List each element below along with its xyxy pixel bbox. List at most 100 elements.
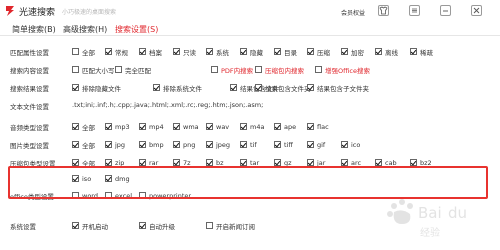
option--checkbox[interactable]: 结果包含文件夹 — [255, 83, 311, 93]
checkbox-icon[interactable] — [410, 159, 417, 166]
option-bmp-checkbox[interactable]: bmp — [139, 140, 164, 149]
option-jpg-checkbox[interactable]: jpg — [105, 140, 125, 149]
checkbox-icon[interactable] — [240, 159, 247, 166]
option--checkbox[interactable]: 全部 — [72, 140, 95, 150]
checkbox-icon[interactable] — [341, 48, 348, 55]
extension-list-text[interactable]: .txt;ini;.inf;.h;.cpp;.java;.html;.xml;.… — [72, 101, 263, 109]
option--checkbox[interactable]: 自动升级 — [139, 221, 175, 231]
checkbox-icon[interactable] — [255, 84, 262, 91]
checkbox-icon[interactable] — [240, 141, 247, 148]
menu-search-settings[interactable]: 搜索设置(S) — [115, 24, 158, 35]
option-mp4-checkbox[interactable]: mp4 — [139, 122, 164, 131]
checkbox-icon[interactable] — [115, 66, 122, 73]
checkbox-icon[interactable] — [139, 159, 146, 166]
checkbox-icon[interactable] — [307, 48, 314, 55]
option-ico-checkbox[interactable]: ico — [341, 140, 360, 149]
checkbox-icon[interactable] — [206, 222, 213, 229]
checkbox-icon[interactable] — [105, 48, 112, 55]
checkbox-icon[interactable] — [410, 48, 417, 55]
option--checkbox[interactable]: 全部 — [72, 122, 95, 132]
option-office-checkbox[interactable]: 增强Office搜索 — [315, 65, 370, 75]
option-png-checkbox[interactable]: png — [173, 140, 195, 149]
checkbox-icon[interactable] — [255, 66, 262, 73]
checkbox-icon[interactable] — [211, 66, 218, 73]
member-benefits-link[interactable]: 会员权益 — [341, 8, 365, 17]
option--checkbox[interactable]: 全部 — [72, 47, 95, 57]
option--checkbox[interactable]: 匹配大小写 — [72, 65, 115, 75]
option--checkbox[interactable]: 结果包含子文件夹 — [307, 83, 369, 93]
checkbox-icon[interactable] — [240, 48, 247, 55]
checkbox-icon[interactable] — [173, 141, 180, 148]
checkbox-icon[interactable] — [274, 159, 281, 166]
option--checkbox[interactable]: 隐藏 — [240, 47, 263, 57]
checkbox-icon[interactable] — [307, 84, 314, 91]
checkbox-icon[interactable] — [206, 123, 213, 130]
checkbox-icon[interactable] — [341, 159, 348, 166]
checkbox-icon[interactable] — [72, 222, 79, 229]
option--checkbox[interactable]: 只读 — [173, 47, 196, 57]
option--checkbox[interactable]: 档案 — [139, 47, 162, 57]
checkbox-icon[interactable] — [139, 222, 146, 229]
option-tif-checkbox[interactable]: tif — [240, 140, 257, 149]
checkbox-icon[interactable] — [206, 48, 213, 55]
menu-button[interactable] — [409, 5, 420, 16]
checkbox-icon[interactable] — [72, 123, 79, 130]
menu-simple-search[interactable]: 简单搜索(B) — [12, 24, 56, 35]
checkbox-icon[interactable] — [72, 48, 79, 55]
checkbox-icon[interactable] — [139, 48, 146, 55]
checkbox-icon[interactable] — [173, 123, 180, 130]
skin-button[interactable] — [378, 5, 389, 16]
checkbox-icon[interactable] — [105, 159, 112, 166]
option--checkbox[interactable]: 压缩 — [307, 47, 330, 57]
checkbox-icon[interactable] — [72, 159, 79, 166]
checkbox-icon[interactable] — [307, 141, 314, 148]
checkbox-icon[interactable] — [173, 159, 180, 166]
option--checkbox[interactable]: 目录 — [274, 47, 297, 57]
option--checkbox[interactable]: 完全匹配 — [115, 65, 151, 75]
checkbox-icon[interactable] — [315, 66, 322, 73]
option-tiff-checkbox[interactable]: tiff — [274, 140, 293, 149]
option-ape-checkbox[interactable]: ape — [274, 122, 296, 131]
checkbox-icon[interactable] — [105, 141, 112, 148]
option--checkbox[interactable]: 离线 — [375, 47, 398, 57]
option-mp3-checkbox[interactable]: mp3 — [105, 122, 130, 131]
checkbox-icon[interactable] — [307, 159, 314, 166]
option--checkbox[interactable]: 稀疏 — [410, 47, 433, 57]
option-pdf-checkbox[interactable]: PDF内搜索 — [211, 65, 253, 75]
checkbox-icon[interactable] — [206, 141, 213, 148]
option--checkbox[interactable]: 加密 — [341, 47, 364, 57]
option-wav-checkbox[interactable]: wav — [206, 122, 229, 131]
checkbox-icon[interactable] — [274, 48, 281, 55]
option--checkbox[interactable]: 常规 — [105, 47, 128, 57]
option--checkbox[interactable]: 压缩包内搜索 — [255, 65, 304, 75]
checkbox-icon[interactable] — [341, 141, 348, 148]
checkbox-icon[interactable] — [274, 141, 281, 148]
checkbox-icon[interactable] — [307, 123, 314, 130]
checkbox-icon[interactable] — [206, 159, 213, 166]
checkbox-icon[interactable] — [139, 141, 146, 148]
option--checkbox[interactable]: 排除系统文件 — [153, 83, 202, 93]
option-m4a-checkbox[interactable]: m4a — [240, 122, 264, 131]
option--checkbox[interactable]: 开启新闻订阅 — [206, 221, 255, 231]
checkbox-icon[interactable] — [153, 84, 160, 91]
checkbox-icon[interactable] — [105, 123, 112, 130]
option--checkbox[interactable]: 排除隐藏文件 — [72, 83, 121, 93]
checkbox-icon[interactable] — [375, 48, 382, 55]
minimize-button[interactable] — [440, 5, 451, 16]
option-flac-checkbox[interactable]: flac — [307, 122, 329, 131]
close-button[interactable] — [471, 5, 482, 16]
option-wma-checkbox[interactable]: wma — [173, 122, 199, 131]
checkbox-icon[interactable] — [274, 123, 281, 130]
checkbox-icon[interactable] — [72, 66, 79, 73]
menu-advanced-search[interactable]: 高级搜索(H) — [63, 24, 107, 35]
option--checkbox[interactable]: 开机启动 — [72, 221, 108, 231]
checkbox-icon[interactable] — [173, 48, 180, 55]
checkbox-icon[interactable] — [139, 123, 146, 130]
option-jpeg-checkbox[interactable]: jpeg — [206, 140, 230, 149]
checkbox-icon[interactable] — [240, 123, 247, 130]
checkbox-icon[interactable] — [230, 84, 237, 91]
checkbox-icon[interactable] — [72, 141, 79, 148]
checkbox-icon[interactable] — [375, 159, 382, 166]
option-gif-checkbox[interactable]: gif — [307, 140, 325, 149]
option--checkbox[interactable]: 系统 — [206, 47, 229, 57]
